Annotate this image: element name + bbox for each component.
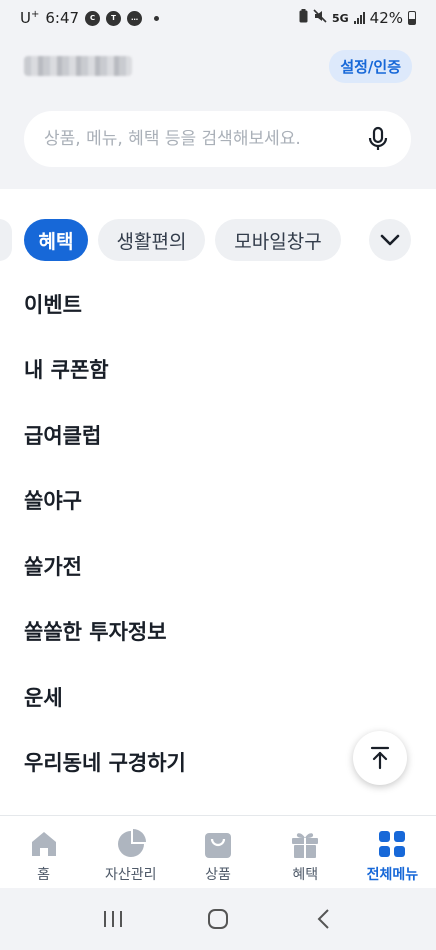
nav-benefits-label: 혜택 — [292, 867, 319, 883]
carrier-label: U+ — [20, 9, 40, 27]
recent-apps-icon[interactable] — [93, 904, 133, 934]
menu-item-coupons[interactable]: 내 쿠폰함 — [0, 337, 436, 403]
talk-icon: T — [106, 10, 122, 26]
tab-benefits[interactable]: 혜택 — [24, 219, 88, 261]
menu-item-sol-appliances[interactable]: 쏠가전 — [0, 533, 436, 599]
back-icon[interactable] — [303, 904, 343, 934]
nav-assets-label: 자산관리 — [105, 867, 157, 883]
search-bar[interactable] — [24, 111, 411, 167]
settings-auth-button[interactable]: 설정/인증 — [329, 49, 412, 83]
gift-icon — [289, 828, 321, 860]
system-navigation-bar — [0, 888, 436, 950]
home-icon — [28, 828, 60, 860]
nav-products-label: 상품 — [205, 867, 231, 883]
header: 설정/인증 — [0, 36, 436, 96]
menu-item-salary-club[interactable]: 급여클럽 — [0, 402, 436, 468]
network-type: 5G — [331, 11, 349, 25]
arrow-up-icon — [370, 746, 390, 770]
search-input[interactable] — [44, 129, 365, 149]
signal-icon — [353, 12, 365, 24]
user-name-blurred[interactable] — [24, 56, 132, 76]
pie-chart-icon — [115, 828, 147, 860]
tab-lifestyle[interactable]: 생활편의 — [98, 219, 205, 261]
clock: 6:47 — [45, 9, 80, 27]
nav-products[interactable]: 상품 — [174, 816, 261, 888]
menu-item-investment-info[interactable]: 쏠쏠한 투자정보 — [0, 599, 436, 665]
menu-content: 혜택 생활편의 모바일창구 이벤트 내 쿠폰함 급여클럽 쏠야구 쏠가전 쏠쏠한… — [0, 189, 436, 815]
category-tabs: 혜택 생활편의 모바일창구 — [0, 219, 436, 263]
menu-item-sol-baseball[interactable]: 쏠야구 — [0, 468, 436, 534]
bottom-navigation: 홈 자산관리 상품 혜택 전체메뉴 — [0, 815, 436, 888]
home-button-icon[interactable] — [198, 904, 238, 934]
c-icon: C — [85, 10, 101, 26]
scroll-to-top-button[interactable] — [353, 731, 407, 785]
status-bar: U+ 6:47 C T … 5G 42% — [0, 0, 436, 36]
menu-item-fortune[interactable]: 운세 — [0, 664, 436, 730]
menu-list: 이벤트 내 쿠폰함 급여클럽 쏠야구 쏠가전 쏠쏠한 투자정보 운세 우리동네 … — [0, 271, 436, 795]
mute-icon — [313, 9, 327, 27]
nav-all-menu-label: 전체메뉴 — [366, 867, 419, 883]
tabs-expand-button[interactable] — [369, 219, 411, 261]
message-icon: … — [127, 10, 143, 26]
grid-icon — [376, 828, 408, 860]
nav-home[interactable]: 홈 — [0, 816, 87, 888]
nav-assets[interactable]: 자산관리 — [87, 816, 174, 888]
tab-offscreen[interactable] — [0, 219, 12, 261]
battery-percent: 42% — [369, 9, 403, 27]
nav-home-label: 홈 — [37, 867, 51, 883]
microphone-icon[interactable] — [365, 126, 391, 152]
nav-benefits[interactable]: 혜택 — [262, 816, 349, 888]
battery-icon — [408, 11, 416, 25]
menu-item-event[interactable]: 이벤트 — [0, 271, 436, 337]
more-notifications-dot — [154, 15, 160, 21]
battery-saver-icon — [299, 9, 308, 27]
shopping-bag-icon — [202, 828, 234, 860]
chevron-down-icon — [380, 234, 400, 246]
nav-all-menu[interactable]: 전체메뉴 — [349, 816, 436, 888]
tab-mobile-branch[interactable]: 모바일창구 — [215, 219, 341, 261]
